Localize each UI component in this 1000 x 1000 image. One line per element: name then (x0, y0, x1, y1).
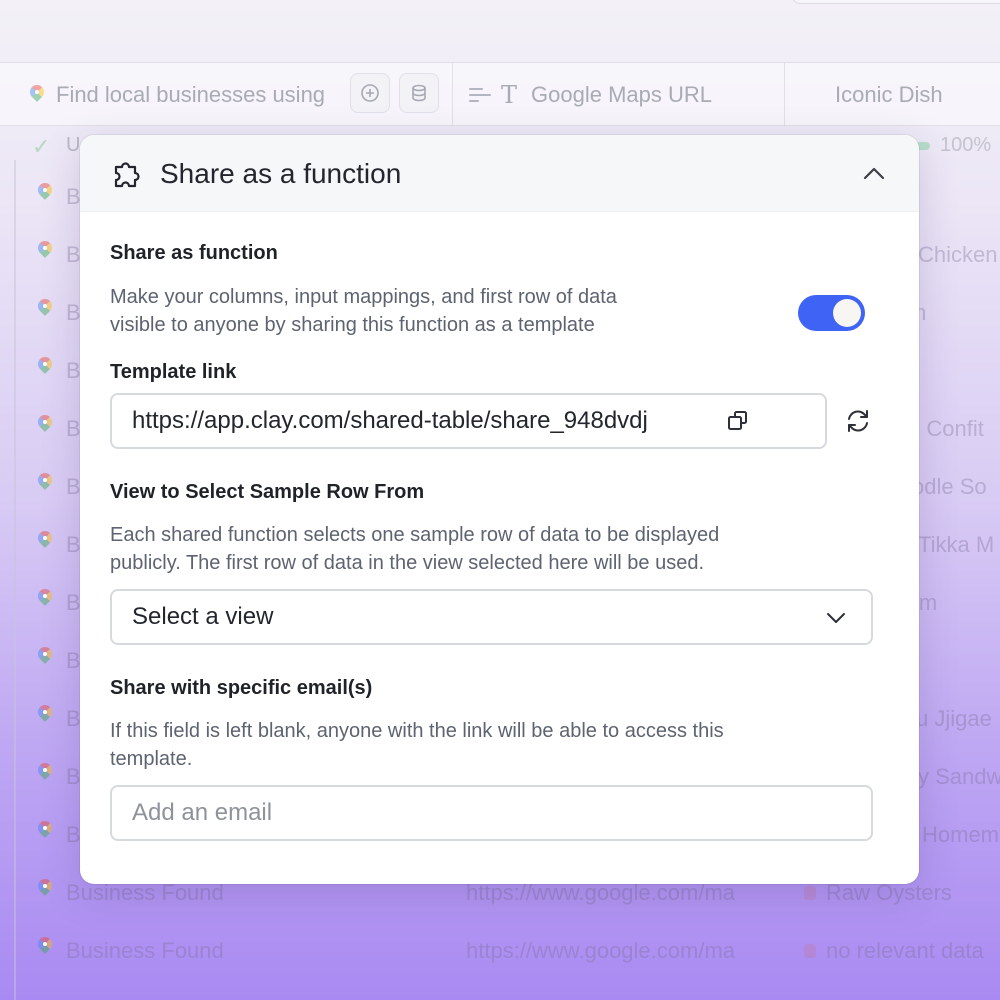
row-cell-dish: g Confit (908, 416, 984, 441)
row-cell-dish: odle So (912, 474, 987, 499)
check-icon: ✓ (32, 134, 51, 159)
row-cell-status: B (66, 358, 81, 383)
map-pin-icon (36, 414, 54, 436)
share-toggle[interactable] (798, 295, 865, 331)
panel-title: Share as a function (160, 158, 402, 189)
share-function-panel: Share as a function Share as function Ma… (80, 135, 919, 884)
map-pin-icon (36, 472, 54, 494)
top-search-box (792, 0, 1000, 4)
view-select-label: View to Select Sample Row From (110, 481, 425, 503)
row-cell-status: B (66, 474, 81, 499)
description-line: publicly. The first row of data in the v… (110, 552, 705, 574)
template-link-label: Template link (110, 361, 237, 383)
lines-icon (469, 86, 491, 104)
email-share-label: Share with specific email(s) (110, 677, 373, 699)
column-header-google-maps-url[interactable]: T Google Maps URL (452, 63, 782, 127)
progress-percent: 100% (940, 134, 992, 156)
share-description: Make your columns, input mappings, and f… (110, 283, 617, 339)
dish-tag-icon (804, 886, 816, 900)
email-field-wrapper[interactable] (110, 785, 873, 841)
share-as-function-label: Share as function (110, 242, 278, 264)
row-cell-status: B (66, 822, 81, 847)
template-link-value: https://app.clay.com/shared-table/share_… (132, 407, 648, 434)
dish-tag-icon (804, 944, 816, 958)
column-header-iconic-dish[interactable]: Iconic Dish (784, 63, 1000, 127)
chevron-up-icon[interactable] (862, 163, 886, 183)
plus-circle-icon[interactable] (350, 73, 390, 113)
row-cell-status: B (66, 648, 81, 673)
row-cell-dish: u Jjigae (916, 706, 992, 731)
map-pin-icon (36, 820, 54, 842)
row-cell-status: Business Found (66, 938, 224, 963)
row-cell-url: https://www.google.com/ma (466, 938, 736, 963)
template-link-field[interactable]: https://app.clay.com/shared-table/share_… (110, 393, 827, 449)
view-description: Each shared function selects one sample … (110, 521, 719, 577)
panel-header[interactable]: Share as a function (80, 135, 919, 212)
row-cell-dish: Chicken (918, 242, 998, 267)
email-input[interactable] (132, 799, 832, 827)
refresh-icon[interactable] (845, 408, 871, 434)
table-row[interactable]: Business Found https://www.google.com/ma n… (0, 918, 1000, 976)
description-line: If this field is left blank, anyone with… (110, 720, 724, 742)
row-cell-status: B (66, 184, 81, 209)
text-type-icon: T (501, 81, 518, 109)
row-cell-status: B (66, 706, 81, 731)
view-select-dropdown[interactable]: Select a view (110, 589, 873, 645)
map-pin-icon (36, 936, 54, 958)
row-cell-status: B (66, 300, 81, 325)
description-line: Each shared function selects one sample … (110, 524, 720, 546)
chevron-down-icon (827, 613, 845, 623)
column-header-label: Google Maps URL (531, 82, 712, 107)
row-cell-dish: y Sandw (918, 764, 1000, 789)
map-pin-icon (36, 878, 54, 900)
row-cell-status: B (66, 532, 81, 557)
map-pin-icon (36, 356, 54, 378)
description-line: Make your columns, input mappings, and f… (110, 286, 617, 308)
map-pin-icon (36, 240, 54, 262)
view-select-value: Select a view (132, 603, 274, 630)
map-pin-icon (36, 298, 54, 320)
table-header: Find local businesses using T Google Map… (0, 62, 1000, 127)
row-cell-status: B (66, 590, 81, 615)
description-line: template. (110, 748, 193, 770)
map-pin-icon (36, 530, 54, 552)
map-pin-icon (36, 646, 54, 668)
row-cell-status: B (66, 416, 81, 441)
copy-icon[interactable] (726, 409, 750, 433)
map-pin-icon (36, 704, 54, 726)
map-pin-icon (36, 182, 54, 204)
puzzle-piece-icon (114, 162, 140, 188)
map-pin-icon (36, 762, 54, 784)
toggle-knob (833, 299, 861, 327)
description-line: visible to anyone by sharing this functi… (110, 314, 595, 336)
map-pin-icon (36, 588, 54, 610)
database-icon[interactable] (399, 73, 439, 113)
row-cell-status: B (66, 764, 81, 789)
status-text: U (66, 134, 81, 156)
column-header-label: Iconic Dish (835, 82, 943, 107)
row-cell-dish: no relevant data (826, 938, 984, 963)
column-header-label: Find local businesses using (56, 82, 326, 107)
row-cell-dish: Homem (922, 822, 1000, 847)
map-pin-icon (28, 84, 46, 106)
email-description: If this field is left blank, anyone with… (110, 717, 724, 773)
row-cell-dish: Tikka M (918, 532, 995, 557)
row-cell-status: B (66, 242, 81, 267)
